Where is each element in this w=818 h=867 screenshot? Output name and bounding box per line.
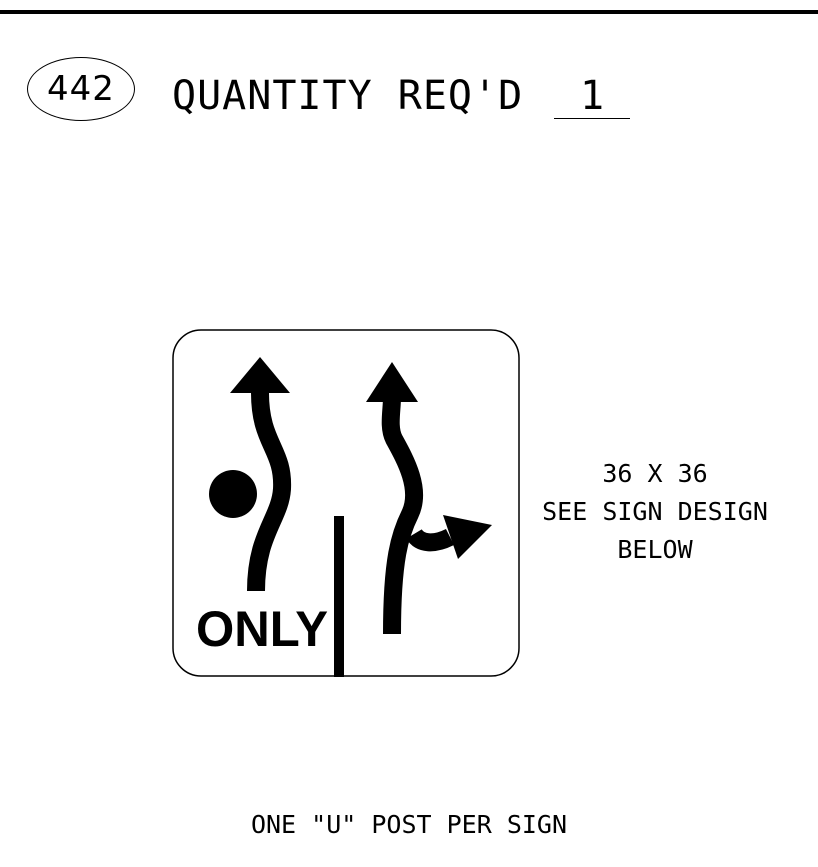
sign-size-note: 36 X 36 SEE SIGN DESIGN BELOW: [525, 455, 785, 569]
only-legend: ONLY: [196, 601, 328, 657]
lane-use-sign: ONLY: [172, 329, 520, 677]
sign-graphic: ONLY: [172, 329, 520, 677]
sign-number: 442: [47, 69, 115, 109]
sign-design-reference: SEE SIGN DESIGN: [542, 497, 768, 526]
quantity-label: QUANTITY REQ'D: [172, 73, 524, 119]
sign-number-oval: 442: [27, 57, 135, 121]
dot-icon: [209, 470, 257, 518]
sign-size: 36 X 36: [602, 459, 708, 488]
sign-design-reference-continued: BELOW: [617, 535, 693, 564]
quantity-value: 1: [554, 74, 630, 119]
sheet-header: 442 QUANTITY REQ'D 1: [0, 0, 818, 140]
post-note: ONE "U" POST PER SIGN: [250, 810, 568, 839]
lane-divider-line: [334, 516, 344, 677]
